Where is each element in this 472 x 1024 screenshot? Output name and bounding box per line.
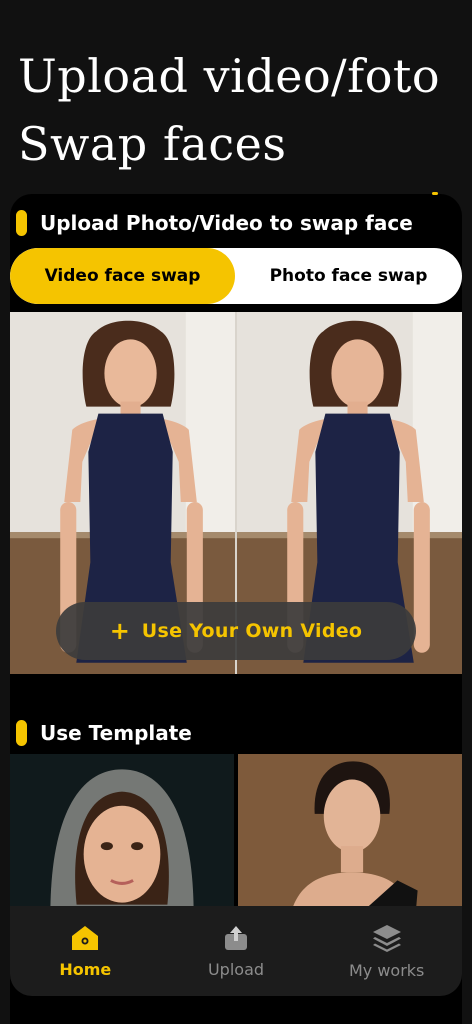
tab-upload[interactable]: Upload: [161, 906, 312, 996]
tab-video-face-swap[interactable]: Video face swap: [10, 248, 235, 304]
template-grid: [10, 754, 462, 914]
tab-home[interactable]: Home: [10, 906, 161, 996]
main-card: Upload Photo/Video to swap face Video fa…: [10, 192, 462, 1024]
page-title-line-1: Upload video/foto: [18, 49, 441, 103]
tab-photo-face-swap[interactable]: Photo face swap: [235, 248, 462, 304]
template-section-title: Use Template: [40, 721, 192, 745]
upload-icon: [225, 925, 247, 950]
template-card-portrait[interactable]: [238, 754, 462, 914]
tab-my-works-label: My works: [348, 960, 425, 980]
section-accent-bar: [16, 210, 27, 236]
page-title-line-2: Swap faces: [18, 117, 287, 171]
home-icon: [72, 925, 99, 950]
bottom-tab-bar: Home Upload My works: [10, 906, 462, 996]
section-accent-bar: [16, 720, 27, 746]
plus-icon: +: [109, 617, 130, 645]
template-section-header: Use Template: [16, 720, 192, 746]
tab-upload-label: Upload: [207, 959, 265, 979]
use-own-video-label: Use Your Own Video: [141, 620, 363, 642]
swap-mode-toggle: Video face swap Photo face swap: [10, 248, 462, 304]
tab-home-label: Home: [59, 959, 112, 979]
tab-my-works[interactable]: My works: [311, 906, 462, 996]
page-title: Upload video/foto Swap faces: [18, 42, 468, 178]
template-card-bride[interactable]: [10, 754, 234, 914]
upload-section-header: Upload Photo/Video to swap face: [16, 210, 413, 236]
use-own-video-button[interactable]: + Use Your Own Video: [56, 602, 416, 660]
accent-mark: [432, 192, 438, 195]
layers-icon: [372, 924, 401, 952]
upload-section-title: Upload Photo/Video to swap face: [40, 211, 413, 235]
